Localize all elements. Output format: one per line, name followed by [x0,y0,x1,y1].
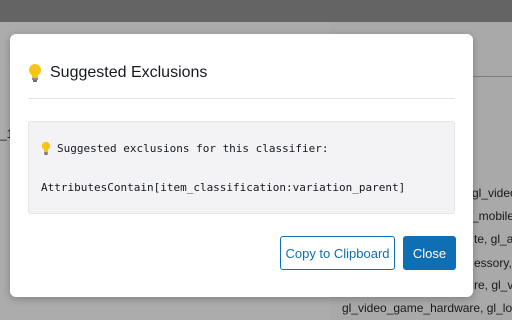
lightbulb-icon [28,63,42,83]
exclusions-code-block: Suggested exclusions for this classifier… [28,121,455,214]
exclusion-rule-text: AttributesContain[item_classification:va… [41,181,406,194]
suggested-exclusions-dialog: Suggested Exclusions Suggested exclusion… [10,34,473,297]
header-divider [28,98,455,99]
copy-to-clipboard-button[interactable]: Copy to Clipboard [280,236,395,270]
close-button[interactable]: Close [403,236,456,270]
lightbulb-icon [41,141,51,155]
dialog-title: Suggested Exclusions [50,64,208,81]
message-line: Suggested exclusions for this classifier… [41,141,329,155]
dialog-header: Suggested Exclusions [28,60,207,86]
message-text: Suggested exclusions for this classifier… [57,141,329,155]
